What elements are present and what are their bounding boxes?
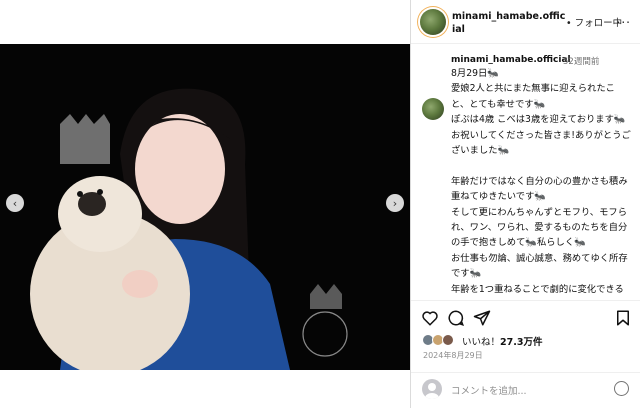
action-section: いいね！27.3万件 2024年8月29日 コメントを追加... [411,300,640,408]
likes-count: 27.3万件 [500,337,543,348]
follow-label[interactable]: フォロー中 [575,18,623,29]
caption-username[interactable]: minami_hamabe.official [451,55,571,65]
follow-status[interactable]: • フォロー中 [566,15,622,29]
post-header: minami_hamabe.official • フォロー中 ... [411,0,640,44]
comment-bar: コメントを追加... [411,372,640,408]
chevron-left-icon[interactable]: ‹ [6,194,24,212]
likes-label: いいね！ [462,337,501,348]
header-username[interactable]: minami_hamabe.official [452,10,568,36]
caption-avatar[interactable] [422,98,444,120]
separator-dot: • [566,18,572,29]
avatar[interactable] [420,9,446,35]
post-photo [0,44,410,370]
post-sidebar: minami_hamabe.official • フォロー中 ... minam… [410,0,640,408]
more-options-icon[interactable]: ... [617,12,631,26]
caption-section: minami_hamabe.official 52週間前 8月29日🐜 愛娘2人… [411,46,640,298]
post-image: ‹ › [0,44,410,370]
heart-icon[interactable] [421,309,439,327]
bookmark-icon[interactable] [614,309,632,327]
liker-avatar[interactable] [442,334,454,346]
caption-text: 8月29日🐜 愛娘2人と共にまた無事に迎えられたこと、とても幸せです🐜 ぽぷは4… [451,68,631,295]
user-avatar [422,379,442,399]
emoji-icon[interactable] [614,381,629,396]
comment-input[interactable]: コメントを追加... [451,383,527,397]
chevron-right-icon[interactable]: › [386,194,404,212]
share-icon[interactable] [473,309,491,327]
likes-summary[interactable]: いいね！27.3万件 [462,334,542,348]
post-date: 2024年8月29日 [423,351,483,360]
comment-icon[interactable] [447,309,465,327]
